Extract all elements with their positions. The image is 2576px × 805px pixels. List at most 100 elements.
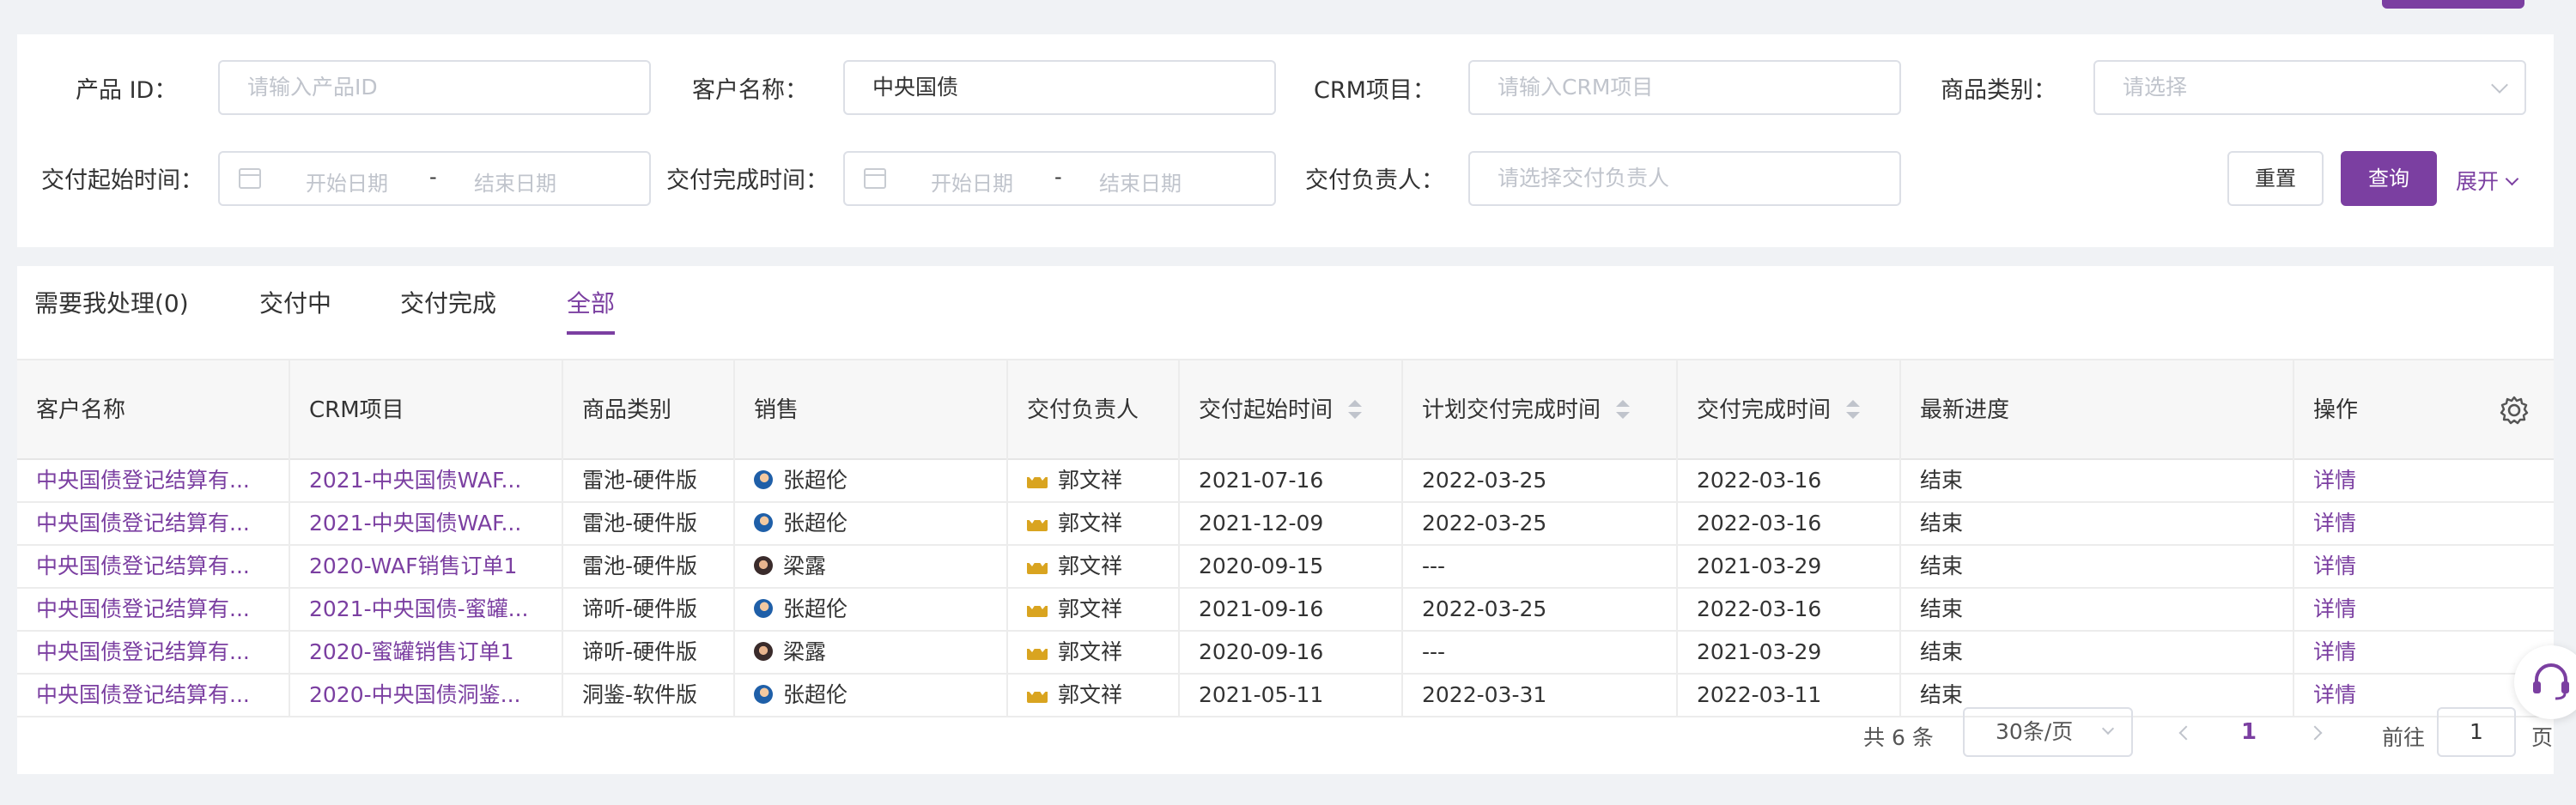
page-unit: 页	[2531, 725, 2554, 750]
cell-text: 结束	[1920, 468, 1964, 493]
cell-text: 2022-03-16	[1697, 596, 1822, 621]
end-time-label: 交付完成时间：	[666, 167, 829, 194]
cell-text: 2021-12-09	[1199, 511, 1324, 536]
date-start-placeholder: 开始日期	[306, 172, 388, 196]
table-row: 中央国债登记结算有... 2020-中央国债洞鉴... 洞鉴-软件版 张超伦 郭文祥 20…	[17, 675, 2554, 717]
table-row: 中央国债登记结算有... 2021-中央国债WAF... 雷池-硬件版 张超伦 郭文祥 2…	[17, 460, 2554, 503]
owner-input[interactable]: 请选择交付负责人	[1468, 151, 1901, 206]
expand-toggle[interactable]: 展开	[2456, 165, 2519, 196]
cell-action[interactable]: 详情	[2294, 503, 2554, 544]
cell-planned: 2022-03-25	[1403, 503, 1678, 544]
tab-in-delivery[interactable]: 交付中	[259, 285, 331, 335]
cell-text: 2021-03-29	[1697, 639, 1822, 664]
top-action-button[interactable]	[2382, 0, 2524, 9]
cell-start: 2021-09-16	[1180, 589, 1403, 630]
cell-sales: 张超伦	[735, 503, 1008, 544]
cell-crm[interactable]: 2020-WAF销售订单1	[290, 546, 563, 587]
avatar	[1027, 645, 1048, 660]
product-id-input[interactable]: 请输入产品ID	[218, 60, 651, 115]
avatar	[754, 513, 773, 532]
crm-project-input[interactable]: 请输入CRM项目	[1468, 60, 1901, 115]
next-page-icon[interactable]	[2307, 725, 2323, 741]
cell-crm[interactable]: 2020-中央国债洞鉴...	[290, 675, 563, 716]
owner-label: 交付负责人：	[1305, 167, 1444, 194]
cell-text: 2022-03-16	[1697, 511, 1822, 536]
cell-crm[interactable]: 2020-蜜罐销售订单1	[290, 632, 563, 673]
calendar-icon	[864, 168, 886, 189]
cell-customer[interactable]: 中央国债登记结算有...	[17, 546, 290, 587]
category-select[interactable]: 请选择	[2093, 60, 2526, 115]
cell-progress: 结束	[1901, 632, 2294, 673]
category-label: 商品类别：	[1941, 77, 2057, 104]
query-button[interactable]: 查询	[2341, 151, 2437, 206]
cell-text: 2021-中央国债WAF...	[309, 468, 522, 493]
gear-icon[interactable]	[2499, 395, 2530, 426]
tab-delivered[interactable]: 交付完成	[400, 285, 496, 335]
crm-project-label: CRM项目：	[1314, 77, 1436, 104]
cell-sales: 张超伦	[735, 675, 1008, 716]
cell-category: 雷池-硬件版	[563, 503, 735, 544]
cell-owner: 郭文祥	[1008, 632, 1180, 673]
sort-icon[interactable]	[1348, 399, 1363, 419]
cell-start: 2020-09-16	[1180, 632, 1403, 673]
avatar	[1027, 473, 1048, 488]
col-start-time[interactable]: 交付起始时间	[1180, 360, 1403, 460]
customer-name-input[interactable]: 中央国债	[843, 60, 1276, 115]
cell-action[interactable]: 详情	[2294, 632, 2554, 673]
tab-all[interactable]: 全部	[567, 285, 616, 335]
cell-sales: 梁露	[735, 632, 1008, 673]
col-done-time-label: 交付完成时间	[1697, 397, 1832, 423]
cell-action[interactable]: 详情	[2294, 460, 2554, 501]
cell-text: 张超伦	[783, 468, 848, 493]
cell-customer[interactable]: 中央国债登记结算有...	[17, 503, 290, 544]
cell-text: 详情	[2313, 596, 2357, 621]
cell-owner: 郭文祥	[1008, 589, 1180, 630]
col-planned-time[interactable]: 计划交付完成时间	[1403, 360, 1678, 460]
cell-text: 2020-09-15	[1199, 554, 1324, 578]
reset-button[interactable]: 重置	[2227, 151, 2324, 206]
cell-text: 详情	[2313, 639, 2357, 664]
end-time-range[interactable]: 开始日期 - 结束日期	[843, 151, 1276, 206]
cell-text: 2022-03-25	[1422, 596, 1547, 621]
sort-icon[interactable]	[1846, 399, 1861, 419]
date-end-placeholder: 结束日期	[474, 172, 556, 196]
cell-customer[interactable]: 中央国债登记结算有...	[17, 460, 290, 501]
cell-start: 2020-09-15	[1180, 546, 1403, 587]
cell-text: 详情	[2313, 468, 2357, 493]
cell-crm[interactable]: 2021-中央国债-蜜罐...	[290, 589, 563, 630]
date-end-placeholder: 结束日期	[1099, 172, 1182, 196]
page-size-select[interactable]: 30条/页	[1963, 707, 2133, 757]
cell-planned: ---	[1403, 632, 1678, 673]
cell-customer[interactable]: 中央国债登记结算有...	[17, 632, 290, 673]
cell-text: ---	[1422, 554, 1446, 578]
table-row: 中央国债登记结算有... 2021-中央国债-蜜罐... 谛听-硬件版 张超伦 郭文祥 2…	[17, 589, 2554, 632]
cell-action[interactable]: 详情	[2294, 546, 2554, 587]
cell-text: 结束	[1920, 596, 1964, 621]
cell-text: 雷池-硬件版	[582, 468, 698, 493]
col-crm: CRM项目	[290, 360, 563, 460]
cell-action[interactable]: 详情	[2294, 589, 2554, 630]
cell-done: 2021-03-29	[1678, 632, 1901, 673]
cell-crm[interactable]: 2021-中央国债WAF...	[290, 503, 563, 544]
cell-customer[interactable]: 中央国债登记结算有...	[17, 589, 290, 630]
customer-name-label: 客户名称：	[692, 77, 808, 104]
col-done-time[interactable]: 交付完成时间	[1678, 360, 1901, 460]
cell-text: 梁露	[783, 554, 827, 578]
prev-page-icon[interactable]	[2178, 725, 2194, 741]
cell-customer[interactable]: 中央国债登记结算有...	[17, 675, 290, 716]
cell-text: 梁露	[783, 639, 827, 664]
cell-sales: 梁露	[735, 546, 1008, 587]
col-progress: 最新进度	[1901, 360, 2294, 460]
chevron-down-icon	[2101, 722, 2115, 735]
table-row: 中央国债登记结算有... 2020-WAF销售订单1 雷池-硬件版 梁露 郭文祥 2020…	[17, 546, 2554, 589]
current-page[interactable]: 1	[2241, 719, 2257, 745]
sort-icon[interactable]	[1616, 399, 1631, 419]
tab-needs-my-action[interactable]: 需要我处理(0)	[34, 285, 189, 335]
start-time-range[interactable]: 开始日期 - 结束日期	[218, 151, 651, 206]
cell-crm[interactable]: 2021-中央国债WAF...	[290, 460, 563, 501]
cell-text: 结束	[1920, 554, 1964, 578]
expand-label: 展开	[2456, 169, 2500, 194]
cell-text: 2020-WAF销售订单1	[309, 554, 518, 578]
page-size-value: 30条/页	[1996, 719, 2074, 744]
goto-page-input[interactable]: 1	[2437, 707, 2516, 757]
